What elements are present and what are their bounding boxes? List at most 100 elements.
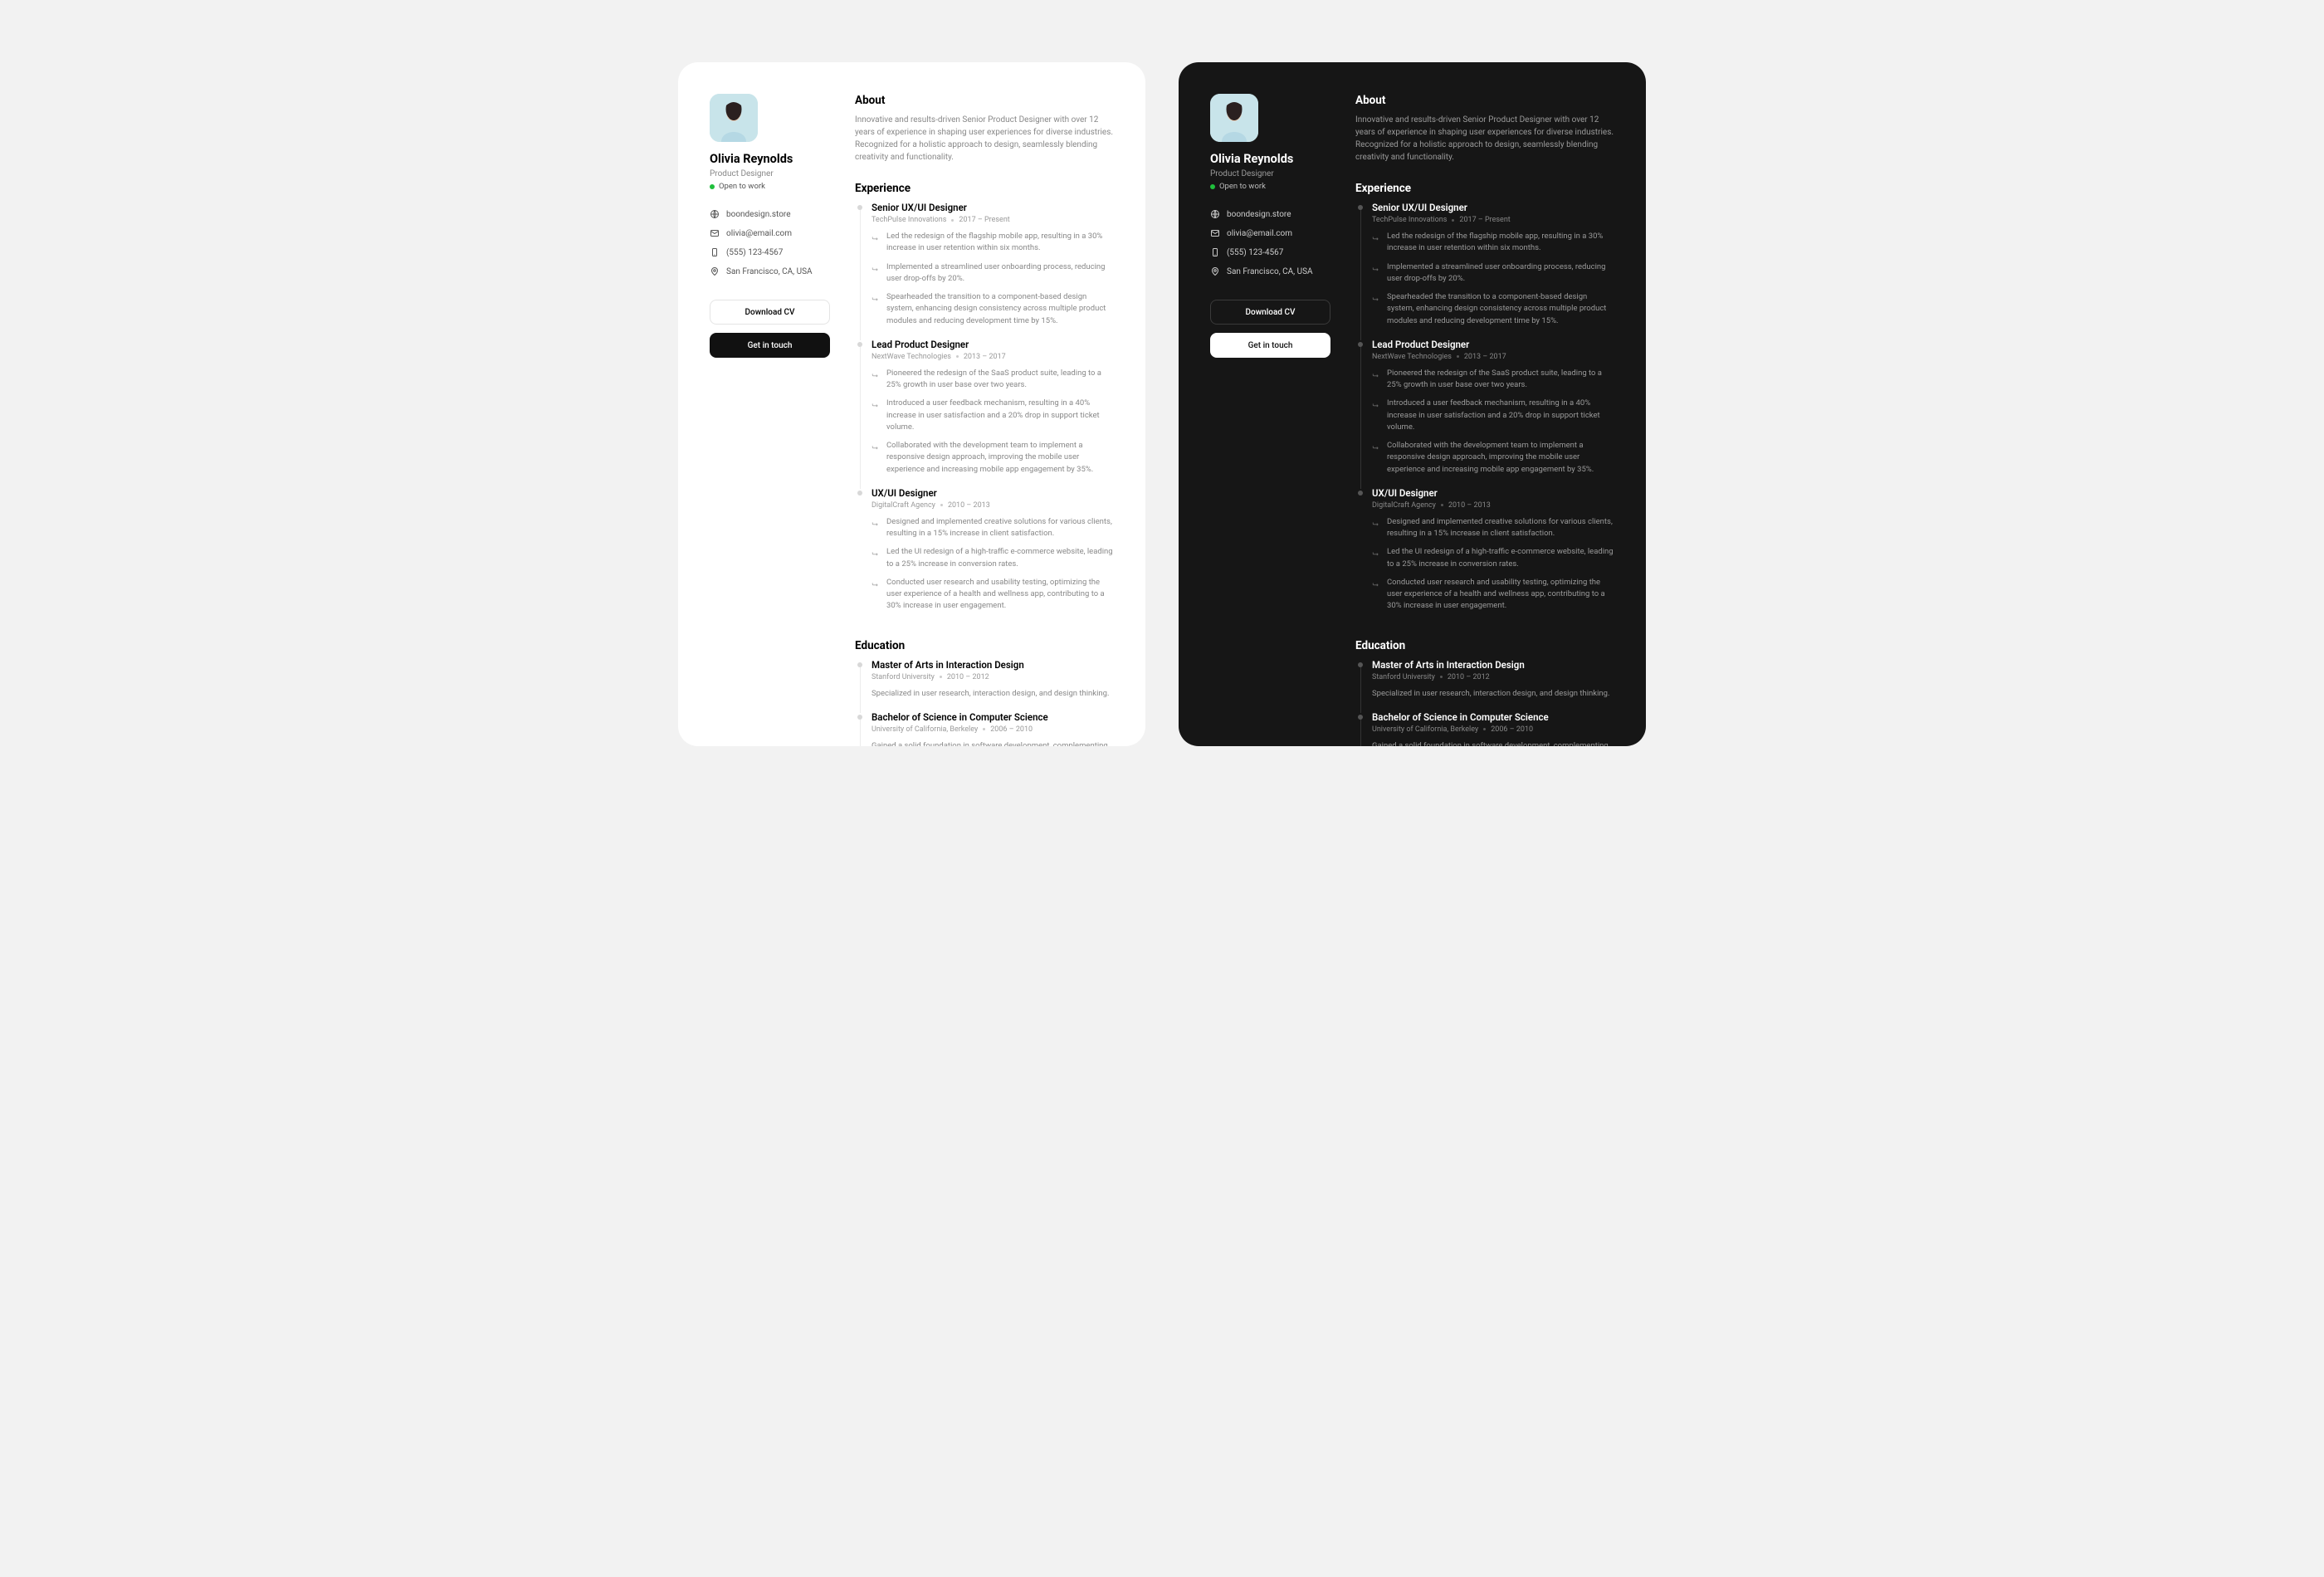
- job-meta: TechPulse Innovations2017 – Present: [872, 216, 1114, 224]
- job-bullets: Led the redesign of the flagship mobile …: [1372, 231, 1614, 327]
- main-content: About Innovative and results-driven Seni…: [1355, 94, 1614, 746]
- get-in-touch-button[interactable]: Get in touch: [1210, 333, 1330, 358]
- experience-item: Lead Product DesignerNextWave Technologi…: [1355, 339, 1614, 487]
- phone-icon: [1210, 247, 1220, 257]
- bullet-item: Conducted user research and usability te…: [872, 577, 1114, 613]
- arrow-icon: [872, 293, 880, 301]
- bullet-item: Led the UI redesign of a high-traffic e-…: [1372, 546, 1614, 570]
- job-meta: TechPulse Innovations2017 – Present: [1372, 216, 1614, 224]
- job-meta: DigitalCraft Agency2010 – 2013: [1372, 501, 1614, 510]
- open-to-work-badge: Open to work: [1210, 182, 1330, 191]
- degree-desc: Specialized in user research, interactio…: [872, 688, 1114, 700]
- job-bullets: Designed and implemented creative soluti…: [872, 516, 1114, 613]
- arrow-icon: [872, 518, 880, 526]
- job-title: Lead Product Designer: [872, 339, 1114, 350]
- education-item: Master of Arts in Interaction Design Stan…: [855, 659, 1114, 711]
- education-item: Bachelor of Science in Computer ScienceU…: [1355, 711, 1614, 746]
- education-heading: Education: [1355, 639, 1614, 652]
- degree-title: Master of Arts in Interaction Design: [872, 659, 1114, 671]
- job-title: UX/UI Designer: [1372, 487, 1614, 499]
- sidebar: Olivia Reynolds Product Designer Open to…: [1210, 94, 1330, 746]
- arrow-icon: [872, 263, 880, 271]
- experience-item: Senior UX/UI Designer TechPulse Innovatio…: [855, 202, 1114, 339]
- bullet-item: Introduced a user feedback mechanism, re…: [872, 398, 1114, 433]
- about-text: Innovative and results-driven Senior Pro…: [855, 114, 1114, 164]
- education-heading: Education: [855, 639, 1114, 652]
- contact-email[interactable]: olivia@email.com: [1210, 228, 1330, 238]
- bullet-item: Introduced a user feedback mechanism, re…: [1372, 398, 1614, 433]
- arrow-icon: [1372, 579, 1380, 587]
- globe-icon: [710, 209, 720, 219]
- bullet-item: Designed and implemented creative soluti…: [872, 516, 1114, 540]
- person-name: Olivia Reynolds: [1210, 152, 1330, 166]
- download-cv-button[interactable]: Download CV: [1210, 300, 1330, 325]
- open-label: Open to work: [719, 182, 765, 191]
- action-buttons: Download CV Get in touch: [1210, 300, 1330, 358]
- education-item: Bachelor of Science in Computer ScienceU…: [855, 711, 1114, 746]
- person-name: Olivia Reynolds: [710, 152, 830, 166]
- job-bullets: Pioneered the redesign of the SaaS produ…: [1372, 368, 1614, 476]
- experience-timeline: Senior UX/UI Designer TechPulse Innovatio…: [1355, 202, 1614, 624]
- arrow-icon: [872, 579, 880, 587]
- arrow-icon: [872, 548, 880, 556]
- degree-desc: Gained a solid foundation in software de…: [872, 740, 1114, 746]
- experience-timeline: Senior UX/UI Designer TechPulse Innovatio…: [855, 202, 1114, 624]
- contact-email[interactable]: olivia@email.com: [710, 228, 830, 238]
- contact-location: San Francisco, CA, USA: [1210, 266, 1330, 276]
- job-meta: NextWave Technologies2013 – 2017: [1372, 353, 1614, 361]
- contact-website[interactable]: boondesign.store: [1210, 209, 1330, 219]
- avatar: [1210, 94, 1258, 142]
- location-icon: [710, 266, 720, 276]
- degree-meta: University of California, Berkeley2006 –…: [872, 725, 1114, 734]
- experience-item: Senior UX/UI Designer TechPulse Innovatio…: [1355, 202, 1614, 339]
- bullet-item: Led the redesign of the flagship mobile …: [872, 231, 1114, 255]
- contact-phone[interactable]: (555) 123-4567: [1210, 247, 1330, 257]
- degree-desc: Specialized in user research, interactio…: [1372, 688, 1614, 700]
- bullet-item: Collaborated with the development team t…: [1372, 440, 1614, 476]
- arrow-icon: [1372, 518, 1380, 526]
- main-content: About Innovative and results-driven Seni…: [855, 94, 1114, 746]
- job-bullets: Designed and implemented creative soluti…: [1372, 516, 1614, 613]
- arrow-icon: [872, 442, 880, 450]
- mail-icon: [1210, 228, 1220, 238]
- education-timeline: Master of Arts in Interaction Design Stan…: [855, 659, 1114, 747]
- open-label: Open to work: [1219, 182, 1266, 191]
- bullet-item: Led the UI redesign of a high-traffic e-…: [872, 546, 1114, 570]
- get-in-touch-button[interactable]: Get in touch: [710, 333, 830, 358]
- job-meta: NextWave Technologies2013 – 2017: [872, 353, 1114, 361]
- arrow-icon: [872, 369, 880, 378]
- job-title: UX/UI Designer: [872, 487, 1114, 499]
- bullet-item: Conducted user research and usability te…: [1372, 577, 1614, 613]
- degree-meta: University of California, Berkeley2006 –…: [1372, 725, 1614, 734]
- arrow-icon: [1372, 263, 1380, 271]
- job-title: Senior UX/UI Designer: [872, 202, 1114, 213]
- experience-heading: Experience: [855, 182, 1114, 195]
- person-role: Product Designer: [710, 169, 830, 178]
- education-timeline: Master of Arts in Interaction Design Stan…: [1355, 659, 1614, 747]
- degree-title: Master of Arts in Interaction Design: [1372, 659, 1614, 671]
- education-item: Master of Arts in Interaction Design Stan…: [1355, 659, 1614, 711]
- arrow-icon: [1372, 548, 1380, 556]
- arrow-icon: [1372, 442, 1380, 450]
- open-to-work-badge: Open to work: [710, 182, 830, 191]
- job-meta: DigitalCraft Agency2010 – 2013: [872, 501, 1114, 510]
- experience-item: UX/UI Designer DigitalCraft Agency2010 – …: [1355, 487, 1614, 624]
- resume-card-dark: Olivia Reynolds Product Designer Open to…: [1179, 62, 1646, 746]
- contact-location: San Francisco, CA, USA: [710, 266, 830, 276]
- bullet-item: Led the redesign of the flagship mobile …: [1372, 231, 1614, 255]
- degree-meta: Stanford University2010 – 2012: [1372, 673, 1614, 681]
- job-title: Senior UX/UI Designer: [1372, 202, 1614, 213]
- phone-icon: [710, 247, 720, 257]
- contact-list: boondesign.store olivia@email.com (555) …: [710, 209, 830, 276]
- about-text: Innovative and results-driven Senior Pro…: [1355, 114, 1614, 164]
- bullet-item: Pioneered the redesign of the SaaS produ…: [872, 368, 1114, 392]
- download-cv-button[interactable]: Download CV: [710, 300, 830, 325]
- contact-phone[interactable]: (555) 123-4567: [710, 247, 830, 257]
- status-dot-icon: [710, 184, 715, 189]
- contact-website[interactable]: boondesign.store: [710, 209, 830, 219]
- degree-meta: Stanford University2010 – 2012: [872, 673, 1114, 681]
- bullet-item: Implemented a streamlined user onboardin…: [872, 261, 1114, 286]
- resume-card-light: Olivia Reynolds Product Designer Open to…: [678, 62, 1145, 746]
- arrow-icon: [1372, 399, 1380, 408]
- bullet-item: Implemented a streamlined user onboardin…: [1372, 261, 1614, 286]
